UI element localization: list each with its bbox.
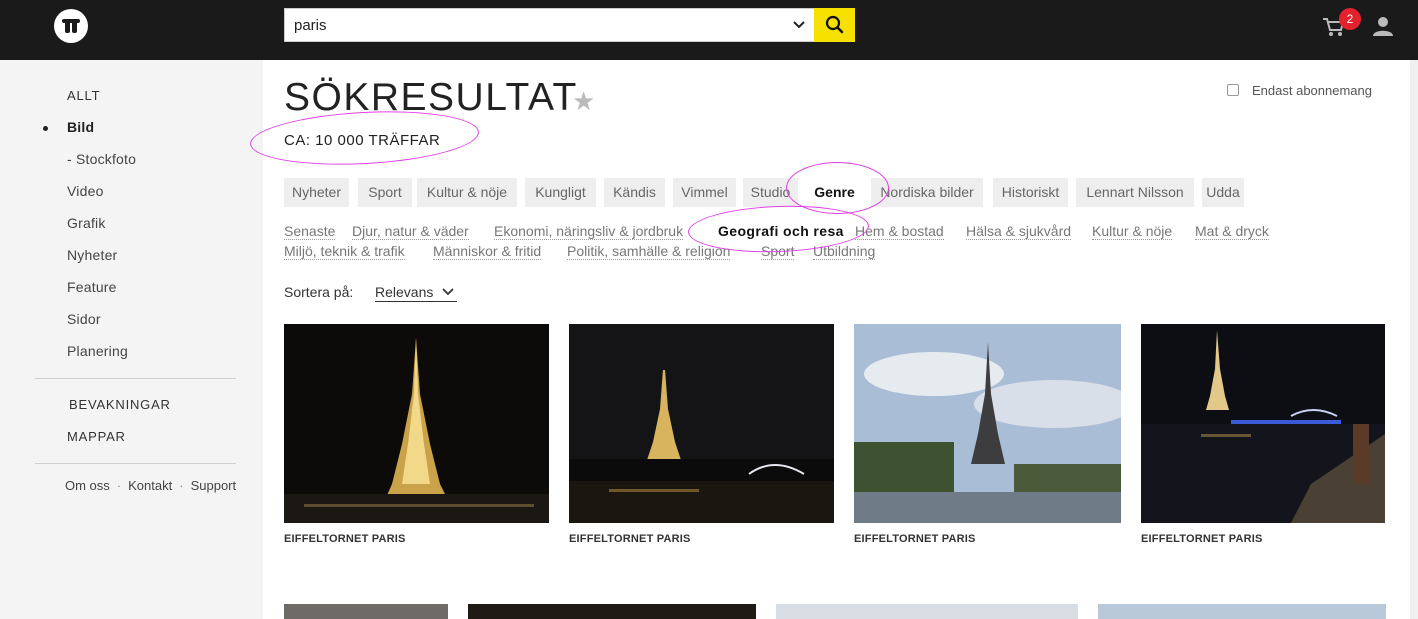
subcategory-politik[interactable]: Politik, samhälle & religion: [567, 243, 731, 260]
tab-kungligt[interactable]: Kungligt: [525, 178, 596, 207]
sidebar-item-grafik[interactable]: Grafik: [67, 215, 106, 231]
sidebar-item-video[interactable]: Video: [67, 183, 104, 199]
footer-link-about[interactable]: Om oss: [65, 478, 110, 493]
subcategory-senaste[interactable]: Senaste: [284, 223, 336, 240]
footer-separator: ·: [116, 478, 122, 493]
tab-udda[interactable]: Udda: [1202, 178, 1244, 207]
sidebar-item-mappar[interactable]: MAPPAR: [67, 429, 126, 444]
result-image[interactable]: [284, 324, 549, 523]
tab-genre[interactable]: Genre: [806, 178, 863, 207]
result-image[interactable]: [854, 324, 1121, 523]
subcategory-geografi-och-resa[interactable]: Geografi och resa: [718, 223, 844, 239]
search-bar: [284, 8, 855, 42]
scrollbar[interactable]: [1410, 60, 1418, 619]
checkbox-icon[interactable]: [1227, 84, 1239, 96]
sidebar-divider: [35, 378, 236, 379]
result-image[interactable]: [468, 604, 756, 619]
cart-count-badge: 2: [1339, 8, 1361, 30]
subcategory-sport[interactable]: Sport: [761, 243, 795, 260]
hit-count: CA: 10 000 TRÄFFAR: [284, 132, 441, 149]
result-caption[interactable]: EIFFELTORNET PARIS: [854, 533, 976, 545]
tab-vimmel[interactable]: Vimmel: [673, 178, 736, 207]
sidebar-item-feature[interactable]: Feature: [67, 279, 117, 295]
footer-link-contact[interactable]: Kontakt: [128, 478, 172, 493]
subscription-only-label: Endast abonnemang: [1252, 83, 1372, 98]
result-caption[interactable]: EIFFELTORNET PARIS: [284, 533, 406, 545]
tab-kandis[interactable]: Kändis: [604, 178, 665, 207]
tab-lennart-nilsson[interactable]: Lennart Nilsson: [1076, 178, 1194, 207]
sidebar-item-sidor[interactable]: Sidor: [67, 311, 101, 327]
result-image[interactable]: [1098, 604, 1386, 619]
tab-kultur-noje[interactable]: Kultur & nöje: [417, 178, 517, 207]
tab-nordiska-bilder[interactable]: Nordiska bilder: [871, 178, 983, 207]
sort-value: Relevans: [375, 284, 434, 300]
page-title: SÖKRESULTAT: [284, 76, 578, 119]
tab-studio[interactable]: Studio: [743, 178, 798, 207]
sidebar-item-bild[interactable]: Bild: [67, 119, 94, 135]
chevron-down-icon: [442, 288, 455, 296]
sidebar-footer: Om oss · Kontakt · Support: [65, 478, 236, 493]
result-image[interactable]: [776, 604, 1078, 619]
search-icon: [825, 15, 844, 34]
subcategory-utbildning[interactable]: Utbildning: [813, 243, 876, 260]
logo-icon[interactable]: [54, 9, 88, 43]
footer-separator: ·: [179, 478, 184, 493]
chevron-down-icon[interactable]: [785, 9, 815, 41]
result-caption[interactable]: EIFFELTORNET PARIS: [569, 533, 691, 545]
subcategory-ekonomi[interactable]: Ekonomi, näringsliv & jordbruk: [494, 223, 684, 240]
subcategory-kultur-noje[interactable]: Kultur & nöje: [1092, 223, 1173, 240]
tab-historiskt[interactable]: Historiskt: [993, 178, 1068, 207]
active-bullet-icon: [43, 126, 48, 131]
search-input[interactable]: [285, 9, 785, 41]
sidebar-item-stockfoto[interactable]: - Stockfoto: [67, 151, 136, 167]
sidebar-divider: [35, 463, 236, 464]
subcategory-halsa-sjukvard[interactable]: Hälsa & sjukvård: [966, 223, 1072, 240]
top-bar: 2: [0, 0, 1418, 60]
sort-dropdown[interactable]: Relevans: [375, 284, 458, 302]
sidebar-item-allt[interactable]: ALLT: [67, 88, 100, 103]
footer-link-support[interactable]: Support: [191, 478, 237, 493]
sidebar: ALLT Bild - Stockfoto Video Grafik Nyhet…: [0, 60, 263, 619]
search-button[interactable]: [814, 8, 855, 42]
sidebar-item-nyheter[interactable]: Nyheter: [67, 247, 117, 263]
user-icon[interactable]: [1372, 15, 1394, 37]
result-image[interactable]: [569, 324, 834, 523]
result-caption[interactable]: EIFFELTORNET PARIS: [1141, 533, 1263, 545]
subcategory-mat-dryck[interactable]: Mat & dryck: [1195, 223, 1269, 240]
result-image[interactable]: [284, 604, 448, 619]
subcategory-hem-bostad[interactable]: Hem & bostad: [855, 223, 944, 240]
sidebar-item-planering[interactable]: Planering: [67, 343, 128, 359]
subcategory-djur-natur-vader[interactable]: Djur, natur & väder: [352, 223, 469, 240]
tab-nyheter[interactable]: Nyheter: [284, 178, 349, 207]
subcategory-manniskor-fritid[interactable]: Människor & fritid: [433, 243, 542, 260]
star-icon[interactable]: ★: [572, 86, 595, 117]
sidebar-item-bevakningar[interactable]: BEVAKNINGAR: [69, 397, 171, 412]
tab-sport[interactable]: Sport: [358, 178, 412, 207]
result-image[interactable]: [1141, 324, 1385, 523]
sort-label: Sortera på:: [284, 284, 354, 300]
subcategory-miljo-teknik-trafik[interactable]: Miljö, teknik & trafik: [284, 243, 405, 260]
